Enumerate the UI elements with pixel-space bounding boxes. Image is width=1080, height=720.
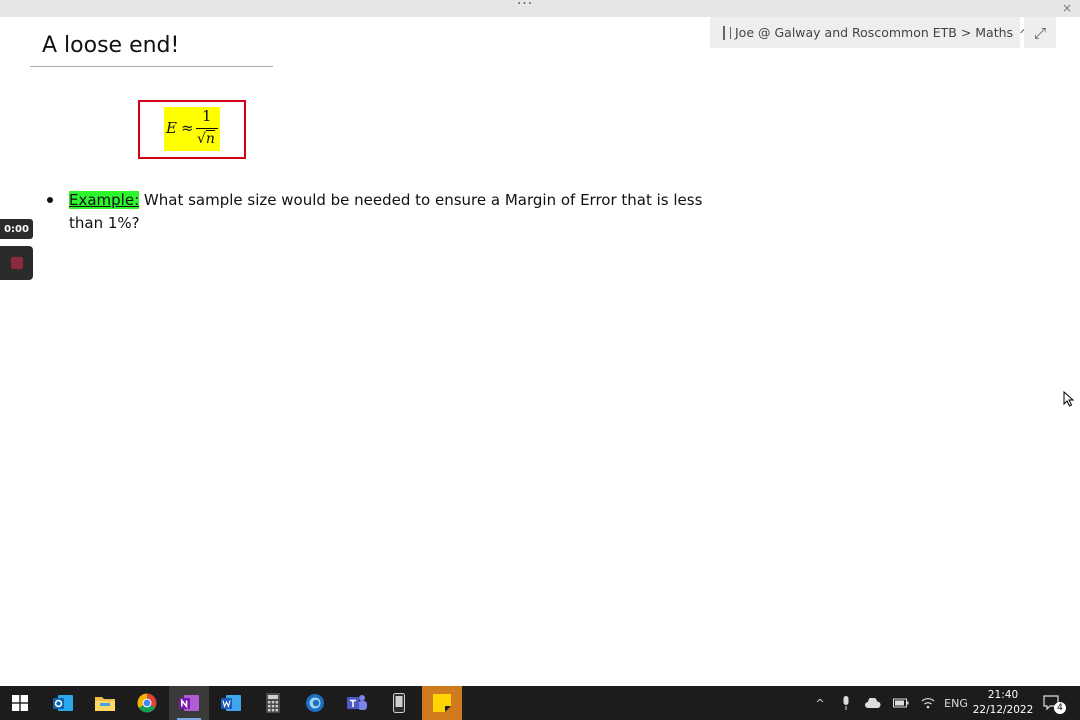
taskbar-teams[interactable]	[337, 686, 377, 720]
action-center-button[interactable]: 4	[1038, 686, 1066, 720]
onenote-icon	[179, 695, 199, 711]
formula-radicand: n	[205, 131, 215, 147]
taskbar-chrome[interactable]	[127, 686, 167, 720]
taskbar-phone[interactable]	[379, 686, 419, 720]
chevron-up-icon: ^	[815, 696, 825, 710]
formula-relation: ≈	[181, 119, 194, 137]
cloud-icon	[865, 698, 881, 708]
page-title[interactable]: A loose end!	[42, 33, 179, 58]
folder-icon	[95, 697, 115, 711]
taskbar-file-explorer[interactable]	[85, 686, 125, 720]
expand-icon: ⤢	[1033, 23, 1046, 42]
notebook-selector[interactable]: Joe @ Galway and Roscommon ETB > Maths	[710, 17, 1027, 48]
title-divider	[30, 66, 273, 67]
tray-onedrive[interactable]	[863, 686, 883, 720]
window-drag-bar[interactable]: ··· ×	[0, 0, 1080, 17]
taskbar-calculator[interactable]	[253, 686, 293, 720]
phone-icon	[393, 693, 405, 713]
expand-button[interactable]: ⤢	[1024, 17, 1056, 48]
more-options-icon[interactable]: ···	[510, 0, 540, 12]
example-text: What sample size would be needed to ensu…	[69, 191, 703, 232]
notification-count: 4	[1054, 702, 1066, 714]
notebook-icon	[723, 25, 731, 40]
example-paragraph[interactable]: Example: What sample size would be neede…	[69, 189, 709, 235]
wifi-icon	[921, 698, 935, 709]
notebook-breadcrumb: Joe @ Galway and Roscommon ETB > Maths	[735, 25, 1014, 40]
microphone-icon	[843, 696, 849, 710]
chrome-icon	[137, 693, 157, 713]
bullet	[47, 197, 53, 203]
clock-time: 21:40	[987, 689, 1019, 701]
stop-icon	[10, 257, 23, 269]
clock-date: 22/12/2022	[972, 704, 1034, 716]
windows-icon	[12, 695, 28, 711]
taskbar-edge-legacy[interactable]	[295, 686, 335, 720]
margin-of-error-formula[interactable]: E ≈ 1 √n	[164, 107, 220, 151]
word-icon	[221, 695, 241, 711]
fraction-bar	[196, 128, 218, 129]
taskbar-outlook[interactable]	[43, 686, 83, 720]
close-icon[interactable]: ×	[1062, 1, 1072, 15]
teams-icon	[347, 695, 367, 710]
battery-icon	[893, 698, 909, 708]
taskbar-sticky-notes[interactable]	[422, 686, 462, 720]
outlook-icon	[53, 695, 73, 711]
radical-sign: √	[197, 131, 206, 147]
browser-icon	[306, 694, 324, 712]
formula-denominator: √n	[197, 131, 215, 147]
tray-battery[interactable]	[891, 686, 911, 720]
example-label: Example:	[69, 191, 140, 209]
sticky-note-icon	[433, 694, 451, 712]
mouse-cursor-icon	[1063, 391, 1075, 407]
tray-microphone[interactable]	[838, 686, 854, 720]
taskbar-onenote[interactable]	[169, 686, 209, 720]
recording-timer: 0:00	[0, 219, 33, 239]
start-button[interactable]	[0, 686, 40, 720]
tray-language[interactable]: ENG	[942, 686, 970, 720]
calculator-icon	[266, 693, 280, 713]
taskbar-clock[interactable]: 21:40 22/12/2022	[972, 688, 1034, 718]
formula-lhs: E	[166, 119, 177, 137]
stop-recording-button[interactable]	[0, 246, 33, 280]
taskbar-word[interactable]	[211, 686, 251, 720]
formula-numerator: 1	[202, 107, 212, 125]
tray-overflow-button[interactable]: ^	[812, 686, 828, 720]
tray-wifi[interactable]	[918, 686, 938, 720]
taskbar: ^ ENG 4	[0, 686, 1080, 720]
